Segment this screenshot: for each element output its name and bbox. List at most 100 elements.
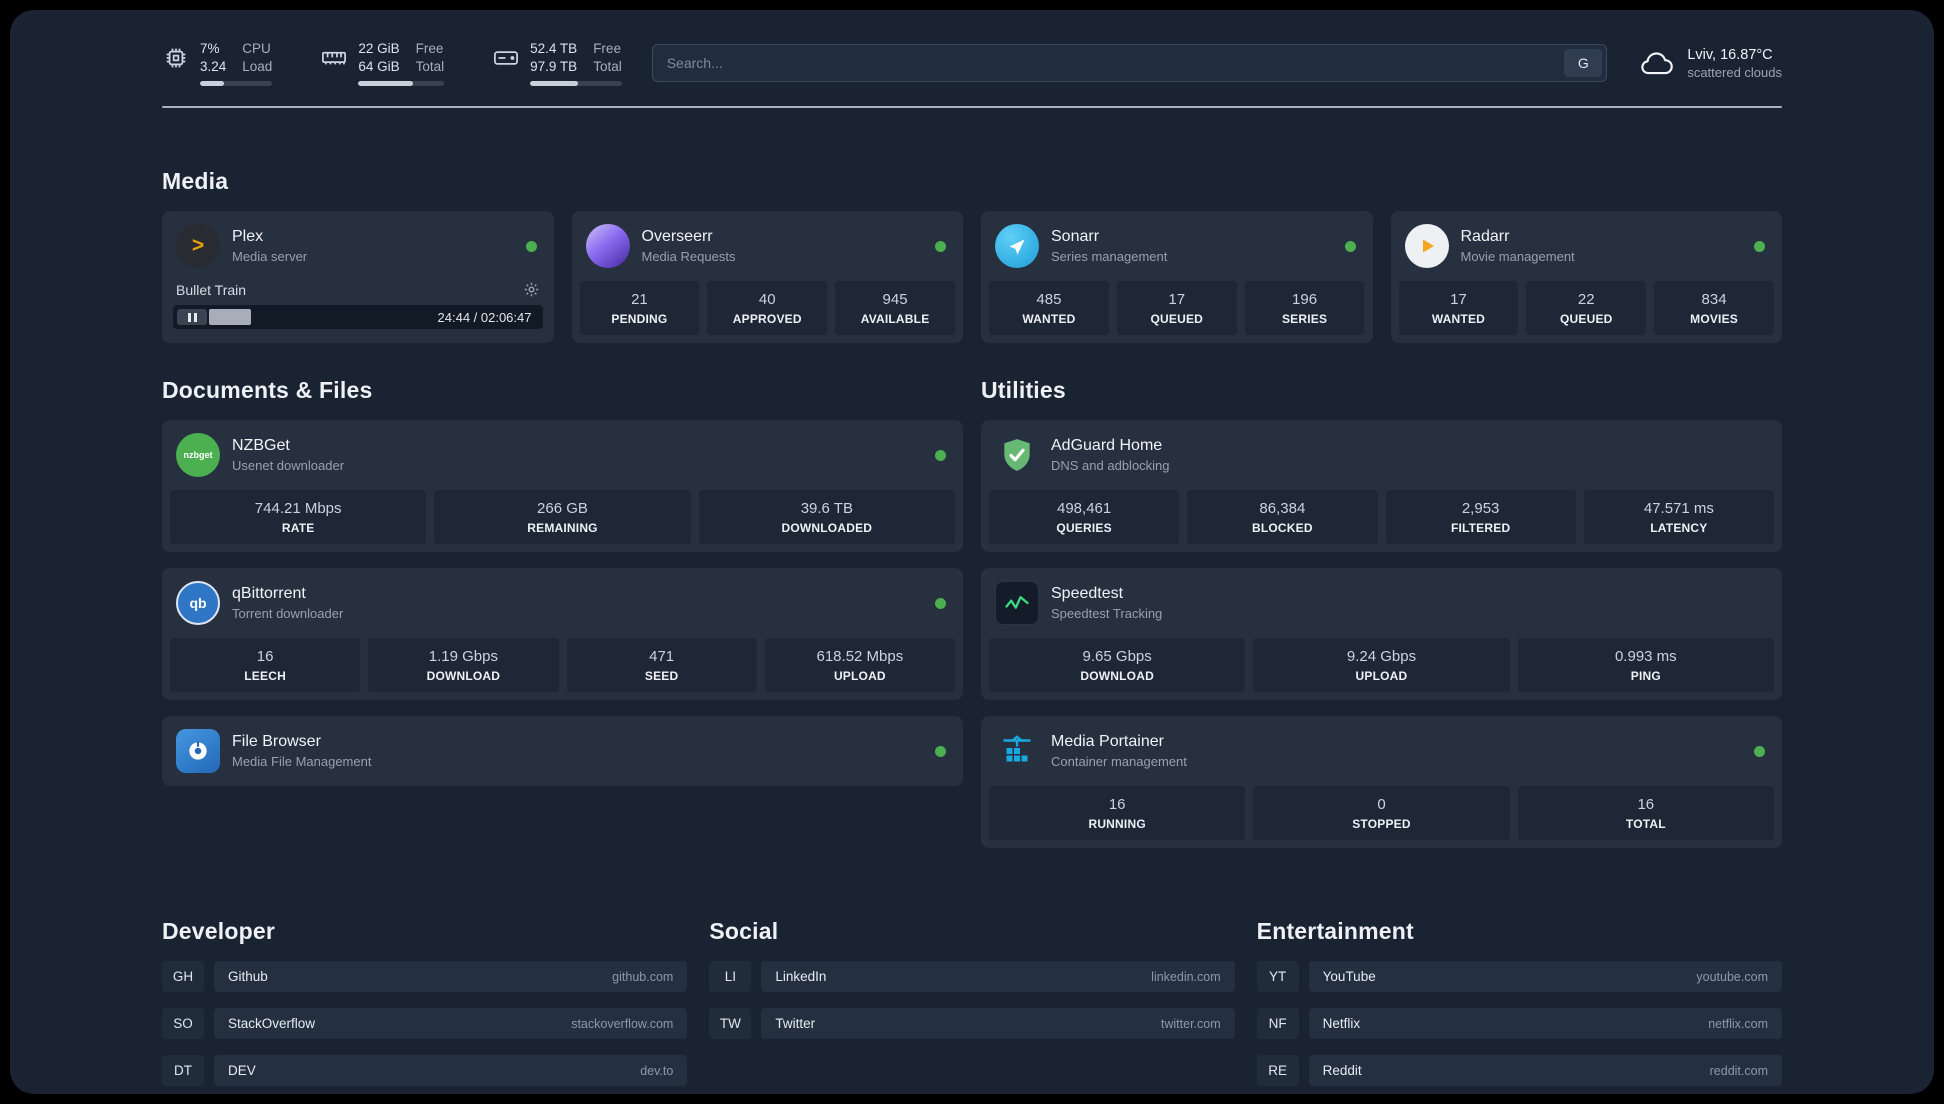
memory-total-label: Total <box>415 58 445 74</box>
bookmark-linkedin[interactable]: LI LinkedIn linkedin.com <box>709 961 1235 993</box>
documents-section-title: Documents & Files <box>162 377 373 404</box>
weather-condition: scattered clouds <box>1687 65 1782 81</box>
stat-box: 945 AVAILABLE <box>835 281 955 336</box>
service-card-radarr[interactable]: Radarr Movie management 17 WANTED 22 QUE… <box>1390 211 1782 344</box>
search-input[interactable] <box>651 44 1608 83</box>
service-title: Media Portainer <box>1051 733 1164 751</box>
cpu-load-value: 3.24 <box>200 58 227 74</box>
entertainment-section-title: Entertainment <box>1256 918 1414 945</box>
stat-box: 196 SERIES <box>1244 281 1365 336</box>
service-subtitle: Usenet downloader <box>232 458 345 474</box>
bookmark-url: youtube.com <box>1696 969 1768 984</box>
service-title: File Browser <box>232 733 321 751</box>
stat-box: 40 APPROVED <box>707 281 828 336</box>
bookmark-youtube[interactable]: YT YouTube youtube.com <box>1256 961 1782 993</box>
cpu-progress-bar <box>200 81 273 87</box>
stat-box: 0 STOPPED <box>1253 786 1510 841</box>
utilities-section-title: Utilities <box>981 377 1066 404</box>
plex-now-playing: Bullet Train 24:44 / 02:06:47 <box>162 281 554 339</box>
disk-icon <box>494 51 519 65</box>
stat-box: 47.571 ms LATENCY <box>1583 490 1774 545</box>
memory-free-value: 22 GiB <box>358 41 400 56</box>
gear-icon[interactable] <box>523 281 540 298</box>
stat-box: 1.19 Gbps DOWNLOAD <box>368 638 559 693</box>
bookmark-url: reddit.com <box>1709 1063 1768 1078</box>
service-card-speedtest[interactable]: Speedtest Speedtest Tracking 9.65 Gbps D… <box>981 568 1782 701</box>
service-card-sonarr[interactable]: Sonarr Series management 485 WANTED 17 Q… <box>981 211 1373 344</box>
bookmark-dev[interactable]: DT DEV dev.to <box>162 1055 688 1087</box>
stat-box: 16 TOTAL <box>1517 786 1774 841</box>
adguard-icon <box>995 433 1039 477</box>
radarr-icon <box>1404 224 1449 269</box>
service-title: Radarr <box>1460 228 1510 246</box>
bookmark-name: Netflix <box>1322 1016 1361 1032</box>
service-subtitle: DNS and adblocking <box>1051 458 1170 474</box>
bookmark-twitter[interactable]: TW Twitter twitter.com <box>709 1008 1235 1040</box>
memory-free-label: Free <box>415 41 444 56</box>
bookmark-name: Github <box>228 969 268 985</box>
stat-box: 16 RUNNING <box>989 786 1246 841</box>
status-dot <box>935 240 946 252</box>
memory-progress-bar <box>358 81 445 87</box>
bookmark-abbr: TW <box>709 1008 752 1040</box>
service-card-nzbget[interactable]: nzbget NZBGet Usenet downloader 744.21 M… <box>162 420 963 553</box>
weather-location: Lviv, 16.87°C <box>1687 46 1773 63</box>
disk-progress-fill <box>530 81 578 87</box>
bookmark-github[interactable]: GH Github github.com <box>162 961 688 993</box>
service-title: Plex <box>232 228 264 246</box>
bookmark-abbr: LI <box>709 961 752 993</box>
service-card-qbittorrent[interactable]: qb qBittorrent Torrent downloader 16 LEE… <box>162 568 963 701</box>
top-bar: 7% 3.24 CPU Load 22 GiB 64 GiB Free Tota… <box>162 40 1782 87</box>
speedtest-icon <box>995 581 1039 626</box>
section-utilities: Utilities AdGuard Home DNS and adblockin… <box>981 377 1782 849</box>
service-card-plex[interactable]: > Plex Media server Bullet Train 24:44 /… <box>162 211 554 344</box>
playback-progress-fill <box>209 309 252 326</box>
stat-box: 498,461 QUERIES <box>989 490 1180 545</box>
service-subtitle: Media server <box>232 249 308 265</box>
service-subtitle: Series management <box>1051 249 1168 265</box>
cloud-icon <box>1641 52 1674 75</box>
filebrowser-icon <box>176 729 220 774</box>
bookmark-reddit[interactable]: RE Reddit reddit.com <box>1256 1055 1782 1087</box>
status-dot <box>935 745 946 757</box>
bookmarks-entertainment: Entertainment YT YouTube youtube.com NF … <box>1256 918 1782 1087</box>
stat-box: 22 QUEUED <box>1526 281 1647 336</box>
bookmark-abbr: NF <box>1256 1008 1299 1040</box>
bookmark-name: LinkedIn <box>775 969 827 985</box>
developer-section-title: Developer <box>162 918 276 945</box>
status-dot <box>935 449 946 461</box>
stat-box: 16 LEECH <box>170 638 361 693</box>
pause-button[interactable] <box>177 309 207 326</box>
bookmark-stackoverflow[interactable]: SO StackOverflow stackoverflow.com <box>162 1008 688 1040</box>
stat-box: 9.24 Gbps UPLOAD <box>1253 638 1510 693</box>
plex-icon: > <box>176 224 220 269</box>
cpu-usage: 7% <box>200 41 220 56</box>
stat-box: 2,953 FILTERED <box>1385 490 1576 545</box>
service-card-portainer[interactable]: Media Portainer Container management 16 … <box>981 716 1782 849</box>
service-subtitle: Movie management <box>1460 249 1575 265</box>
service-card-filebrowser[interactable]: File Browser Media File Management <box>162 716 963 787</box>
disk-free-value: 52.4 TB <box>530 41 578 56</box>
service-title: Sonarr <box>1051 228 1100 246</box>
stat-box: 0.993 ms PING <box>1517 638 1774 693</box>
stat-box: 266 GB REMAINING <box>434 490 691 545</box>
service-card-adguard[interactable]: AdGuard Home DNS and adblocking 498,461 … <box>981 420 1782 553</box>
service-subtitle: Container management <box>1051 754 1187 770</box>
service-subtitle: Media Requests <box>641 249 736 265</box>
playback-progress-track <box>209 309 431 326</box>
stat-box: 485 WANTED <box>989 281 1109 336</box>
service-card-overseerr[interactable]: Overseerr Media Requests 21 PENDING 40 A… <box>571 211 963 344</box>
bookmark-netflix[interactable]: NF Netflix netflix.com <box>1256 1008 1782 1040</box>
stat-box: 17 WANTED <box>1398 281 1519 336</box>
service-title: Overseerr <box>641 228 713 246</box>
bookmark-name: Reddit <box>1322 1063 1362 1079</box>
cpu-progress-fill <box>200 81 224 87</box>
bookmark-url: linkedin.com <box>1151 969 1221 984</box>
section-media: Media > Plex Media server Bullet Train 2… <box>162 168 1782 344</box>
status-dot <box>935 597 946 609</box>
cpu-load-label: Load <box>242 58 273 74</box>
search-provider-button[interactable]: G <box>1564 49 1603 78</box>
stat-box: 86,384 BLOCKED <box>1187 490 1378 545</box>
service-subtitle: Speedtest Tracking <box>1051 606 1163 622</box>
service-title: AdGuard Home <box>1051 437 1163 455</box>
